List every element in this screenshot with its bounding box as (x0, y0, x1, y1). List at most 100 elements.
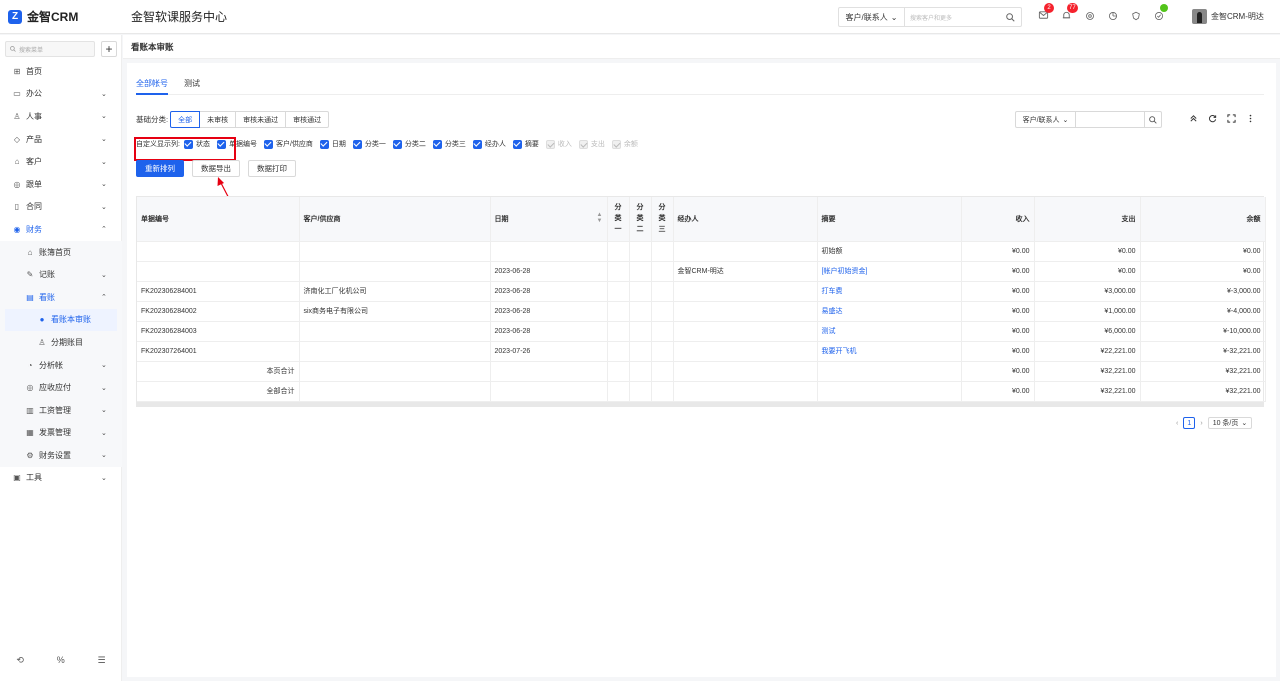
follow-icon: ◎ (13, 179, 21, 189)
column-checkbox-cat3[interactable]: 分类三 (432, 139, 466, 149)
cell-summary[interactable]: 测试 (817, 321, 962, 342)
filter-approved[interactable]: 审核通过 (285, 111, 330, 128)
total-label: 本页合计 (137, 361, 300, 382)
col-header-expense[interactable]: 支出 (1034, 197, 1141, 242)
col-header-cat2[interactable]: 分类二 (629, 197, 652, 242)
gear-icon[interactable] (1082, 8, 1097, 23)
column-checkbox-summary[interactable]: 摘要 (512, 139, 539, 149)
table-row[interactable]: FK202306284003 2023-06-28 测试 ¥0.00 ¥6,000.00… (137, 321, 1266, 342)
chevron-down-icon: ⌄ (101, 113, 107, 121)
bell-icon[interactable]: 77 (1059, 3, 1078, 23)
col-header-date[interactable]: 日期 ▲ ▼ (490, 197, 608, 242)
pagination: ‹ 1 › 10 条/页 ⌄ (1176, 417, 1253, 429)
sidebar-item-installment[interactable]: ♙ 分期账目 (0, 331, 122, 354)
table-row[interactable]: FK202307264001 2023-07-26 我要开飞机 ¥0.00 ¥22,22… (137, 341, 1266, 362)
cell-date: 2023-06-28 (490, 301, 608, 322)
column-checkbox-cat1[interactable]: 分类一 (352, 139, 386, 149)
cell-summary[interactable]: [帐户初始资金] (817, 261, 962, 282)
table-row[interactable]: 初始额 ¥0.00 ¥0.00 ¥0.00 (137, 241, 1266, 262)
collapse-icon[interactable] (1189, 114, 1198, 125)
tab-all-accounts[interactable]: 全部帐号 (136, 73, 168, 95)
export-button[interactable]: 数据导出 (192, 160, 240, 177)
sidebar-item-tools[interactable]: ▣ 工具 ⌄ (0, 467, 122, 490)
prev-page-icon[interactable]: ‹ (1176, 420, 1178, 427)
sidebar-item-invoice[interactable]: ▦ 发票管理 ⌄ (0, 422, 122, 445)
print-button[interactable]: 数据打印 (248, 160, 296, 177)
cell-balance: ¥0.00 (1140, 261, 1266, 282)
col-header-summary[interactable]: 摘要 (817, 197, 962, 242)
message-icon[interactable]: 2 (1036, 3, 1054, 23)
cell-summary[interactable]: 打车费 (817, 281, 962, 302)
sort-icon[interactable]: ▲ ▼ (597, 212, 603, 224)
sidebar-item-follow[interactable]: ◎ 跟单 ⌄ (0, 173, 122, 196)
cell-handler (673, 241, 818, 262)
fullscreen-icon[interactable] (1227, 114, 1236, 125)
sidebar-item-book-home[interactable]: ⌂ 账簿首页 (0, 241, 122, 264)
cell-summary[interactable]: 我要开飞机 (817, 341, 962, 362)
sidebar-item-receivable[interactable]: ◎ 应收应付 ⌄ (0, 376, 122, 399)
filter-unaudited[interactable]: 未审核 (199, 111, 237, 128)
search-icon[interactable] (999, 12, 1021, 22)
add-button[interactable]: + (101, 41, 117, 57)
next-page-icon[interactable]: › (1200, 420, 1202, 427)
sidebar-item-record[interactable]: ✎ 记账 ⌄ (0, 263, 122, 286)
table-row[interactable]: FK202306284001 济南化工厂化机公司 2023-06-28 打车费 ¥0.0… (137, 281, 1266, 302)
filter-rejected[interactable]: 审核未通过 (235, 111, 287, 128)
user-menu[interactable]: 金智CRM-明达 (1192, 9, 1264, 24)
sidebar-item-contract[interactable]: ▯ 合同 ⌄ (0, 196, 122, 219)
page-number[interactable]: 1 (1183, 417, 1196, 429)
col-header-cat1[interactable]: 分类一 (607, 197, 630, 242)
cell-cat1 (607, 321, 630, 342)
column-checkbox-party[interactable]: 客户/供应商 (263, 139, 313, 149)
sidebar-item-office[interactable]: ▭ 办公 ⌄ (0, 83, 122, 106)
percent-icon[interactable]: % (57, 655, 65, 666)
col-header-income[interactable]: 收入 (961, 197, 1035, 242)
table-search-input[interactable] (1076, 112, 1144, 127)
col-header-balance[interactable]: 余额 (1140, 197, 1266, 242)
pie-chart-icon[interactable] (1105, 8, 1120, 23)
col-header-doc-no[interactable]: 单据编号 (137, 197, 300, 242)
col-header-party[interactable]: 客户/供应商 (299, 197, 491, 242)
cell-balance: ¥-4,000.00 (1140, 301, 1266, 322)
history-icon[interactable]: ⟲ (16, 655, 24, 666)
table-row[interactable]: 2023-06-28 金智CRM-明达 [帐户初始资金] ¥0.00 ¥0.00 ¥0.0… (137, 261, 1266, 282)
global-search-input[interactable]: 搜索客户和更多 (905, 13, 999, 22)
search-icon[interactable] (1144, 112, 1161, 127)
cell-summary[interactable]: 易盛达 (817, 301, 962, 322)
sidebar-item-analysis[interactable]: ◔ 分析帐 ⌄ (0, 354, 122, 377)
sidebar-item-label: 记账 (39, 270, 55, 280)
sidebar-item-view-account[interactable]: ▤ 看账 ⌃ (0, 286, 122, 309)
col-header-cat3[interactable]: 分类三 (651, 197, 674, 242)
chevron-up-icon: ⌃ (101, 294, 107, 302)
sidebar-item-home[interactable]: ⊞ 首页 (0, 60, 122, 83)
more-icon[interactable] (1246, 114, 1255, 125)
sidebar-item-customer[interactable]: ⌂ 客户 ⌄ (0, 150, 122, 173)
reorder-button[interactable]: 重新排列 (136, 160, 184, 177)
sidebar-item-finance[interactable]: ◉ 财务 ⌃ (0, 218, 122, 241)
app-logo[interactable]: Z 金智CRM (0, 8, 122, 25)
page-size-select[interactable]: 10 条/页 ⌄ (1207, 417, 1253, 429)
sidebar-item-hr[interactable]: ♙ 人事 ⌄ (0, 105, 122, 128)
sidebar-item-product[interactable]: ◇ 产品 ⌄ (0, 128, 122, 151)
column-checkbox-date[interactable]: 日期 (319, 139, 346, 149)
filter-all[interactable]: 全部 (170, 111, 201, 128)
status-icon[interactable] (1151, 4, 1168, 23)
column-checkbox-cat2[interactable]: 分类二 (392, 139, 426, 149)
table-row[interactable]: FK202306284002 six商务电子有限公司 2023-06-28 易盛达 ¥0… (137, 301, 1266, 322)
settings-list-icon[interactable]: ☰ (98, 655, 106, 666)
cell-cat3 (651, 241, 674, 262)
column-checkbox-handler[interactable]: 经办人 (472, 139, 506, 149)
sidebar-item-finance-settings[interactable]: ⚙ 财务设置 ⌄ (0, 444, 122, 467)
menu-search-input[interactable]: 搜索菜单 (5, 41, 95, 57)
sidebar-item-label: 分析帐 (39, 360, 63, 370)
sidebar-item-salary[interactable]: ▥ 工资管理 ⌄ (0, 399, 122, 422)
col-header-handler[interactable]: 经办人 (673, 197, 818, 242)
refresh-icon[interactable] (1208, 114, 1217, 125)
global-search-type-select[interactable]: 客户/联系人 ⌄ (839, 8, 905, 26)
column-checkbox-expense: 支出 (578, 139, 605, 149)
table-search-type-select[interactable]: 客户/联系人 ⌄ (1016, 112, 1076, 127)
shield-icon[interactable] (1128, 8, 1143, 23)
tab-test[interactable]: 测试 (184, 73, 200, 95)
chevron-down-icon: ⌄ (101, 90, 107, 98)
sidebar-item-audit[interactable]: ● 看账本审账 (5, 308, 117, 332)
